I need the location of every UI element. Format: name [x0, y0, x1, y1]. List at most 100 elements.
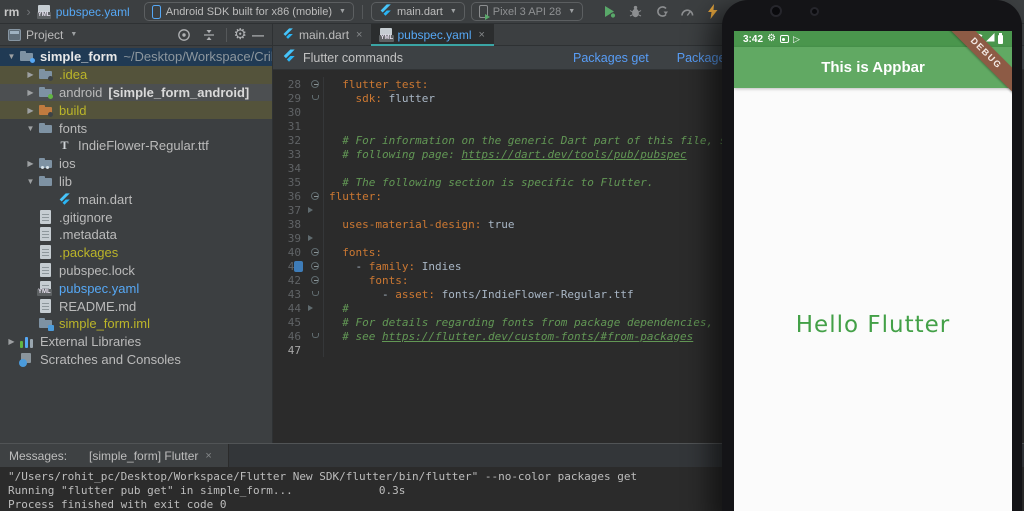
fold-end-icon: [312, 333, 319, 338]
folder-build-icon: [38, 103, 54, 118]
fold-arrow-icon[interactable]: [308, 206, 313, 213]
folder-idea-icon: [38, 67, 54, 82]
tree-item-simple_form[interactable]: ▼ simple_form ~/Desktop/Workspace/Crib: [0, 48, 272, 66]
line-number: 31: [287, 119, 301, 133]
fold-collapse-icon[interactable]: [311, 248, 319, 256]
device-selector-dropdown[interactable]: Android SDK built for x86 (mobile) ▼: [143, 2, 354, 21]
line-number: 37: [287, 203, 301, 217]
gutter: [307, 105, 324, 119]
line-number: 45: [287, 315, 301, 329]
chevron-down-icon: ▼: [568, 8, 576, 15]
fold-collapse-icon[interactable]: [311, 192, 319, 200]
tree-item-android[interactable]: ▶ android [simple_form_android]: [0, 83, 272, 102]
tree-item-label: External Libraries: [40, 334, 142, 350]
tab-main-dart[interactable]: main.dart ×: [273, 24, 371, 46]
gutter: [307, 133, 324, 147]
gutter: [307, 245, 324, 259]
fold-arrow-icon[interactable]: [308, 304, 313, 311]
tree-item-ios[interactable]: ▶ ios: [0, 155, 272, 173]
tree-item-pubspec.yaml[interactable]: YML pubspec.yaml: [0, 279, 272, 297]
scratches-icon: [19, 352, 35, 367]
chevron-down-icon[interactable]: ▼: [4, 52, 19, 61]
chevron-right-icon[interactable]: ▶: [23, 70, 38, 79]
fold-arrow-icon[interactable]: [308, 234, 313, 241]
fold-collapse-icon[interactable]: [311, 276, 319, 284]
project-tree[interactable]: ▼ simple_form ~/Desktop/Workspace/Crib ▶ .i…: [0, 46, 273, 443]
phone-icon: [151, 4, 161, 19]
code-text: # following page: https://dart.dev/tools…: [329, 147, 687, 161]
code-text: - asset: fonts/IndieFlower-Regular.ttf: [329, 287, 634, 301]
hide-panel-button[interactable]: —: [252, 28, 264, 42]
tree-item-simple_form.iml[interactable]: simple_form.iml: [0, 315, 272, 333]
avd-selector-dropdown[interactable]: Pixel 3 API 28 ▼: [470, 2, 584, 21]
yaml-file-icon: YML: [379, 28, 395, 42]
tree-item-pubspec.lock[interactable]: pubspec.lock: [0, 262, 272, 280]
tree-item-IndieFlower-Regular.ttf[interactable]: T IndieFlower-Regular.ttf: [0, 137, 272, 155]
tree-item-build[interactable]: ▶ build: [0, 101, 272, 120]
profiler-button[interactable]: [677, 2, 697, 22]
run-button[interactable]: [599, 2, 619, 22]
gutter: [307, 217, 324, 231]
chevron-down-icon[interactable]: ▼: [23, 124, 38, 133]
tree-item-ExternalLibraries[interactable]: ▶ External Libraries: [0, 333, 272, 351]
code-text: - family: Indies: [329, 259, 462, 273]
project-dropdown[interactable]: Project: [26, 28, 63, 42]
fold-collapse-icon[interactable]: [311, 80, 319, 88]
tree-item-suffix: [simple_form_android]: [108, 84, 250, 100]
file-icon: [38, 209, 54, 225]
close-tab-icon[interactable]: ×: [356, 29, 362, 41]
virtual-device-icon: [478, 5, 490, 20]
file-icon: [38, 227, 54, 242]
line-number: 38: [287, 217, 301, 231]
chevron-right-icon[interactable]: ▶: [23, 106, 38, 115]
chevron-down-icon[interactable]: ▼: [23, 177, 38, 186]
gutter: [307, 77, 324, 91]
close-tab-icon[interactable]: ×: [479, 29, 485, 41]
breadcrumb-project[interactable]: rm: [4, 5, 19, 19]
collapse-all-button[interactable]: [199, 25, 219, 45]
chevron-right-icon[interactable]: ▶: [23, 88, 38, 97]
gutter: [307, 329, 324, 343]
chevron-right-icon[interactable]: ▶: [4, 337, 19, 346]
code-text: # see https://flutter.dev/custom-fonts/#…: [329, 329, 694, 343]
play-notification-icon: ▷: [792, 33, 800, 44]
line-number: 28: [287, 77, 301, 91]
tree-item-ScratchesandConsoles[interactable]: Scratches and Consoles: [0, 351, 272, 369]
gutter: [307, 203, 324, 217]
line-number: 33: [287, 147, 301, 161]
packages-get-link[interactable]: Packages get: [573, 51, 649, 65]
bookmark-icon: [294, 260, 303, 272]
gutter: [307, 301, 324, 315]
tree-item-README.md[interactable]: README.md: [0, 297, 272, 315]
line-number: 44: [287, 301, 301, 315]
tree-item-.gitignore[interactable]: .gitignore: [0, 208, 272, 226]
settings-gear-icon[interactable]: ⚙: [234, 27, 247, 42]
gutter: [307, 315, 324, 329]
tree-item-label: main.dart: [78, 191, 133, 207]
tree-item-label: lib: [59, 173, 73, 189]
tree-item-lib[interactable]: ▼ lib: [0, 173, 272, 191]
image-notification-icon: [779, 35, 789, 43]
tree-item-.metadata[interactable]: .metadata: [0, 226, 272, 244]
code-text: flutter:: [329, 189, 382, 203]
chevron-right-icon[interactable]: ▶: [23, 159, 38, 168]
close-tab-icon[interactable]: ×: [205, 450, 211, 462]
flutter-console-tab[interactable]: [simple_form] Flutter ×: [81, 444, 220, 467]
tree-item-.packages[interactable]: .packages: [0, 244, 272, 262]
tab-pubspec-yaml[interactable]: YML pubspec.yaml ×: [371, 24, 494, 46]
tree-item-main.dart[interactable]: main.dart: [0, 190, 272, 208]
breadcrumb-file[interactable]: pubspec.yaml: [56, 5, 130, 19]
tree-item-.idea[interactable]: ▶ .idea: [0, 65, 272, 84]
chevron-down-icon: ▼: [70, 31, 78, 38]
folder-android-icon: [38, 85, 54, 100]
run-config-dropdown[interactable]: main.dart ▼: [370, 2, 465, 21]
tree-item-fonts[interactable]: ▼ fonts: [0, 119, 272, 137]
code-text: fonts:: [329, 245, 382, 259]
tree-item-label: .idea: [59, 67, 88, 83]
attach-debugger-button[interactable]: [651, 2, 671, 22]
gutter: [307, 91, 324, 105]
phone-screen[interactable]: 3:42 ⚙ ▷ This is Appbar Hello Flutter DE…: [734, 31, 1012, 511]
locate-file-button[interactable]: [174, 25, 194, 45]
debug-button[interactable]: [625, 2, 645, 22]
fold-collapse-icon[interactable]: [311, 262, 319, 270]
